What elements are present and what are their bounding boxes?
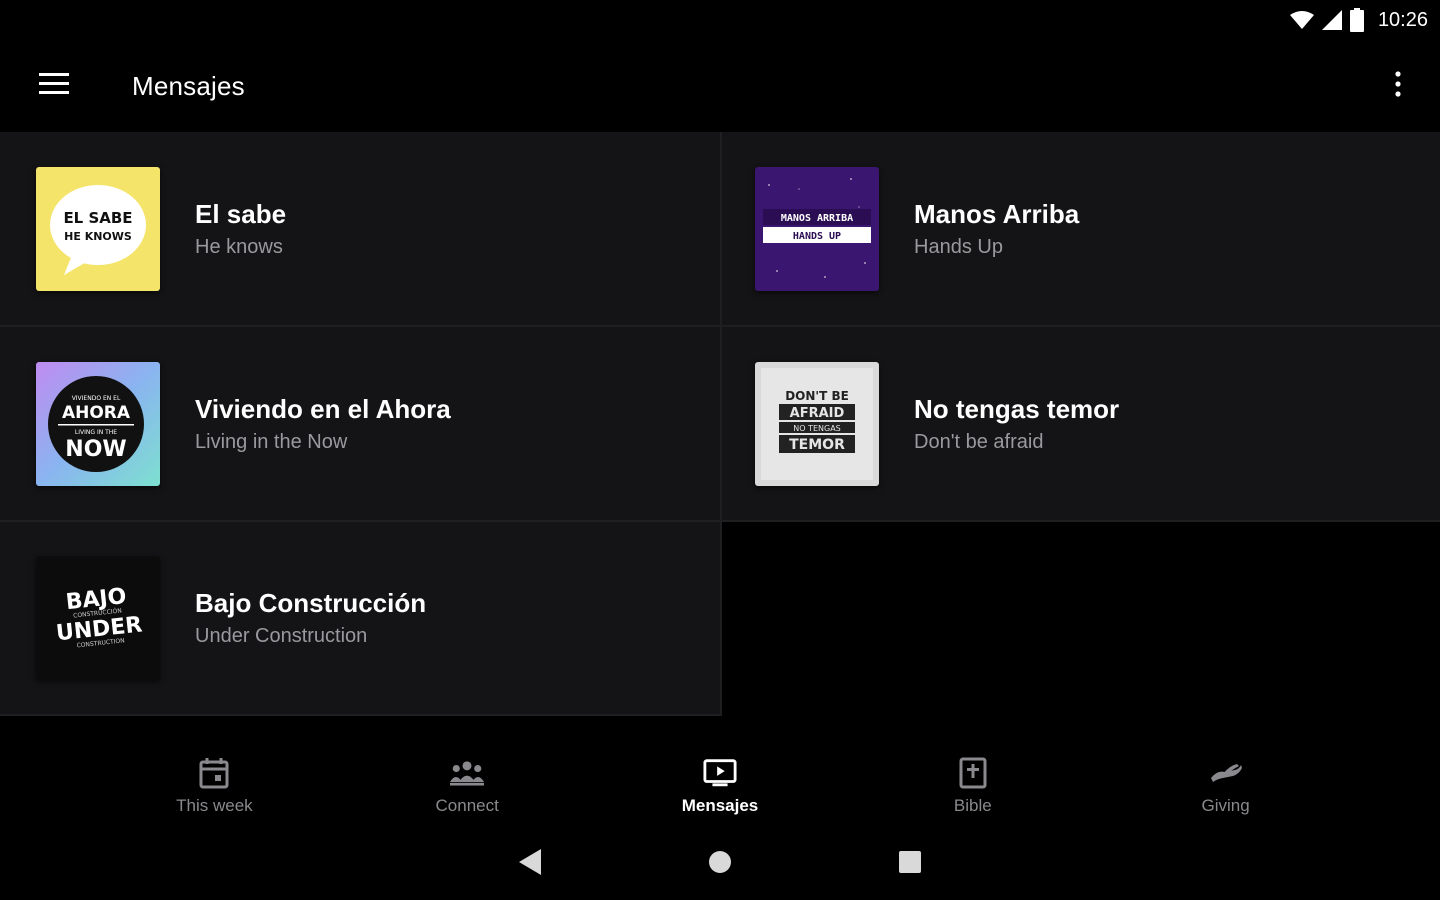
nav-this-week[interactable]: This week bbox=[144, 756, 284, 816]
message-artwork: EL SABE HE KNOWS bbox=[36, 166, 160, 291]
nav-label: Bible bbox=[953, 796, 992, 815]
home-circle-icon bbox=[708, 850, 732, 879]
art-line2: HE KNOWS bbox=[64, 230, 132, 243]
message-artwork: BAJO CONSTRUCCIÓN UNDER CONSTRUCTION bbox=[36, 556, 160, 680]
bottom-navigation: This week Connect Mensajes Bible Giving bbox=[0, 716, 1440, 834]
overflow-menu-button[interactable] bbox=[1374, 62, 1422, 110]
message-artwork: DON'T BE AFRAID NO TENGAS TEMOR bbox=[755, 361, 879, 486]
message-title: El sabe bbox=[195, 198, 287, 229]
message-subtitle: Don't be afraid bbox=[914, 430, 1044, 453]
messages-list: EL SABE HE KNOWS El sabe He knows MANOS … bbox=[0, 132, 1440, 716]
nav-mensajes[interactable]: Mensajes bbox=[650, 756, 790, 816]
app-screen: 10:26 Mensajes EL SABE HE KNOWS El sabe … bbox=[0, 0, 1440, 900]
more-vert-icon bbox=[1395, 70, 1401, 102]
giving-hand-icon bbox=[1209, 756, 1243, 790]
back-button[interactable] bbox=[510, 844, 550, 884]
message-card-no-tengas-temor[interactable]: DON'T BE AFRAID NO TENGAS TEMOR No tenga… bbox=[722, 327, 1440, 522]
art-line2: AFRAID bbox=[790, 406, 845, 421]
wifi-icon bbox=[1289, 10, 1314, 30]
group-icon bbox=[450, 756, 485, 790]
status-time: 10:26 bbox=[1377, 8, 1428, 31]
message-title: Manos Arriba bbox=[914, 198, 1080, 229]
nav-bible[interactable]: Bible bbox=[903, 756, 1043, 816]
calendar-icon bbox=[197, 756, 231, 790]
nav-connect[interactable]: Connect bbox=[397, 756, 537, 816]
back-triangle-icon bbox=[519, 848, 541, 880]
art-line4: TEMOR bbox=[789, 437, 845, 453]
nav-label: Giving bbox=[1201, 796, 1250, 815]
empty-cell bbox=[722, 522, 1440, 716]
art-line1: MANOS ARRIBA bbox=[781, 213, 853, 224]
message-subtitle: Living in the Now bbox=[195, 430, 348, 453]
tv-play-icon bbox=[703, 756, 737, 790]
message-title: Bajo Construcción bbox=[195, 588, 427, 618]
battery-icon bbox=[1349, 8, 1364, 32]
art-line4: NOW bbox=[65, 437, 126, 462]
art-line3: LIVING IN THE bbox=[75, 429, 117, 436]
art-line1: DON'T BE bbox=[785, 389, 849, 403]
message-card-bajo-construccion[interactable]: BAJO CONSTRUCCIÓN UNDER CONSTRUCTION Baj… bbox=[0, 522, 722, 716]
art-line1: EL SABE bbox=[63, 209, 132, 227]
hamburger-menu-icon bbox=[39, 72, 69, 100]
nav-label: Mensajes bbox=[681, 796, 759, 815]
message-subtitle: He knows bbox=[195, 235, 283, 258]
app-bar: Mensajes bbox=[0, 40, 1440, 132]
message-title: No tengas temor bbox=[914, 393, 1120, 424]
recents-square-icon bbox=[898, 850, 922, 879]
status-bar: 10:26 bbox=[0, 0, 1440, 40]
message-artwork: MANOS ARRIBA HANDS UP bbox=[755, 166, 879, 291]
art-line3: NO TENGAS bbox=[793, 424, 841, 433]
bible-icon bbox=[956, 756, 990, 790]
menu-button[interactable] bbox=[0, 40, 108, 132]
message-card-el-sabe[interactable]: EL SABE HE KNOWS El sabe He knows bbox=[0, 132, 722, 327]
art-line1: VIVIENDO EN EL bbox=[72, 395, 121, 402]
system-navigation-bar bbox=[0, 834, 1440, 900]
recents-button[interactable] bbox=[890, 844, 930, 884]
message-card-manos-arriba[interactable]: MANOS ARRIBA HANDS UP Manos Arriba Hands… bbox=[722, 132, 1440, 327]
nav-label: Connect bbox=[435, 796, 499, 815]
page-title: Mensajes bbox=[132, 70, 245, 101]
cell-signal-icon bbox=[1321, 10, 1342, 30]
nav-label: This week bbox=[176, 796, 253, 815]
art-line2: AHORA bbox=[62, 403, 131, 423]
message-subtitle: Hands Up bbox=[914, 235, 1003, 258]
message-card-viviendo-en-el-ahora[interactable]: VIVIENDO EN EL AHORA LIVING IN THE NOW V… bbox=[0, 327, 722, 522]
message-artwork: VIVIENDO EN EL AHORA LIVING IN THE NOW bbox=[36, 361, 160, 486]
home-button[interactable] bbox=[700, 844, 740, 884]
message-title: Viviendo en el Ahora bbox=[195, 393, 451, 424]
nav-giving[interactable]: Giving bbox=[1156, 756, 1296, 816]
message-subtitle: Under Construction bbox=[195, 625, 368, 647]
art-line2: HANDS UP bbox=[793, 231, 841, 242]
